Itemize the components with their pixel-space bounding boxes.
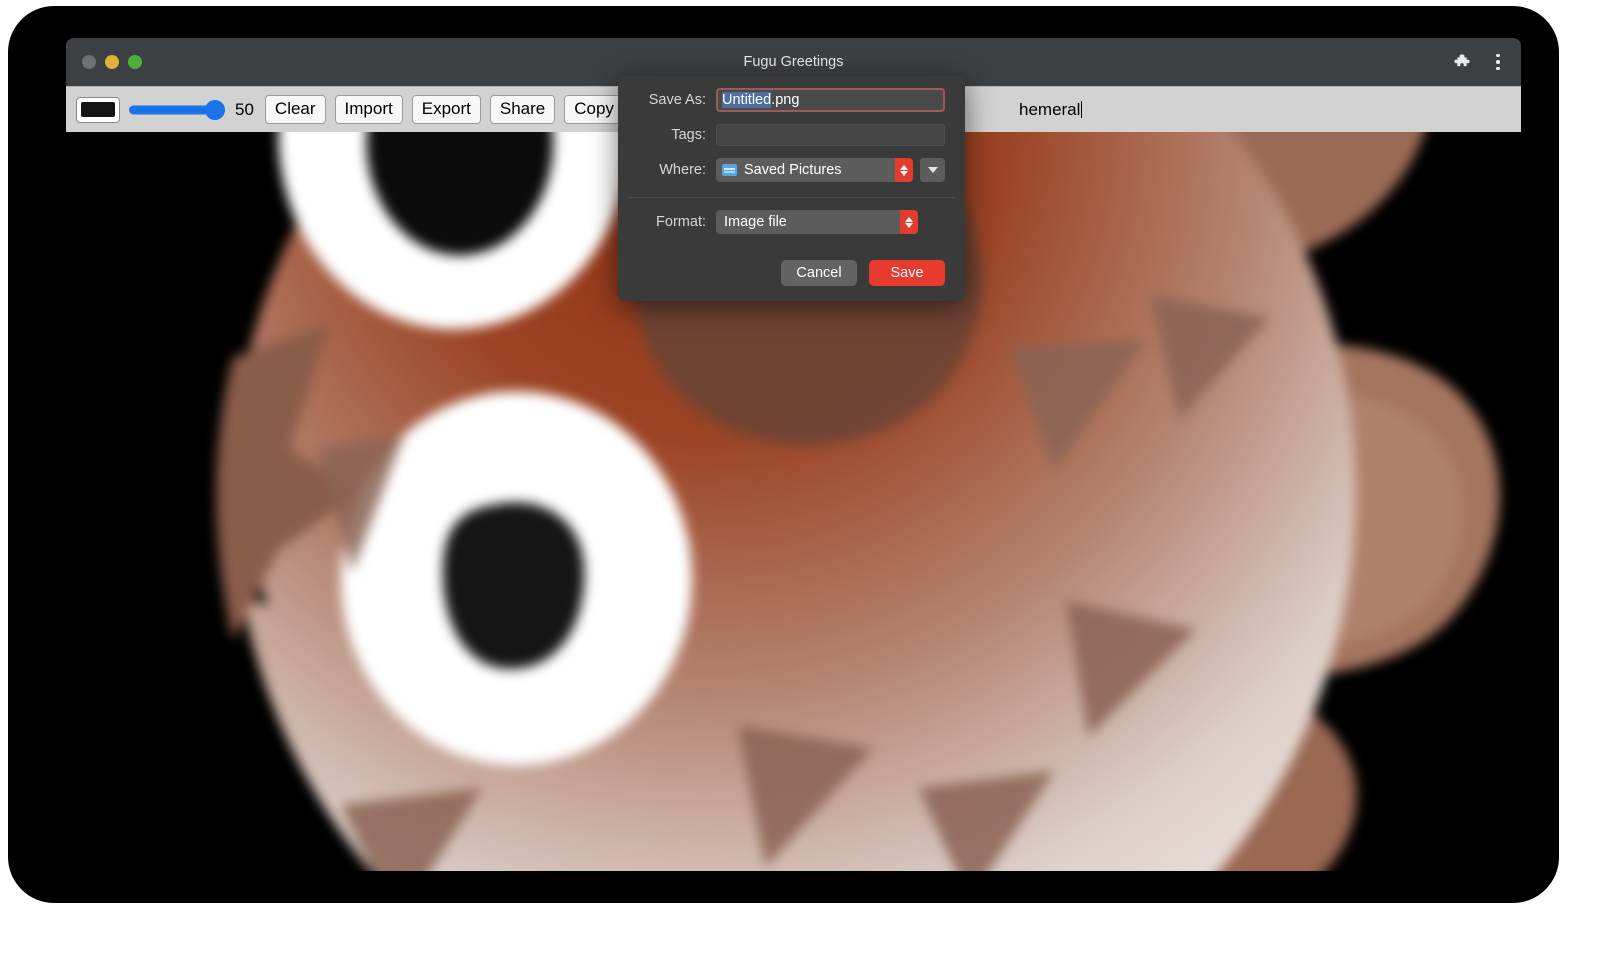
tags-label: Tags: [638, 127, 706, 143]
dialog-divider [628, 197, 955, 198]
format-value: Image file [724, 214, 787, 230]
maximize-button[interactable] [128, 55, 142, 69]
share-button[interactable]: Share [490, 95, 555, 124]
color-picker-swatch[interactable] [76, 97, 120, 123]
save-as-selected-text: Untitled [722, 92, 771, 108]
slider-thumb[interactable] [205, 100, 225, 120]
format-dropdown[interactable]: Image file [716, 210, 918, 234]
device-frame: Fugu Greetings 50 Cl [8, 6, 1559, 903]
kebab-menu-icon[interactable] [1489, 52, 1507, 72]
save-as-label: Save As: [638, 92, 706, 108]
minimize-button[interactable] [105, 55, 119, 69]
toolbar-occluded-label: hemeral [1019, 100, 1082, 120]
cancel-button[interactable]: Cancel [781, 260, 857, 286]
save-as-input[interactable]: Untitled.png [716, 88, 945, 112]
titlebar-actions [1451, 52, 1507, 72]
window-title: Fugu Greetings [66, 54, 1521, 70]
copy-button[interactable]: Copy [564, 95, 624, 124]
where-stepper-icon[interactable] [895, 158, 913, 182]
dialog-actions: Cancel Save [781, 260, 945, 286]
tags-row: Tags: [618, 124, 965, 146]
format-label: Format: [638, 214, 706, 230]
where-dropdown[interactable]: Saved Pictures [716, 158, 913, 182]
chevron-down-icon [928, 167, 938, 173]
traffic-lights [82, 55, 142, 69]
color-swatch-fill [81, 102, 115, 117]
brush-size-value: 50 [235, 100, 254, 120]
puzzle-piece-icon[interactable] [1451, 52, 1471, 72]
save-as-row: Save As: Untitled.png [618, 88, 965, 112]
save-button[interactable]: Save [869, 260, 945, 286]
brush-size-slider[interactable] [129, 97, 225, 123]
clear-button[interactable]: Clear [265, 95, 326, 124]
folder-icon [722, 164, 737, 176]
where-label: Where: [638, 162, 706, 178]
save-as-extension: .png [771, 92, 799, 108]
import-button[interactable]: Import [335, 95, 403, 124]
tags-input[interactable] [716, 124, 945, 146]
format-stepper-icon[interactable] [900, 210, 918, 234]
where-row: Where: Saved Pictures [618, 158, 965, 182]
where-value: Saved Pictures [744, 162, 842, 178]
where-expand-button[interactable] [920, 158, 945, 182]
export-button[interactable]: Export [412, 95, 481, 124]
save-file-dialog: Save As: Untitled.png Tags: Where: Saved… [618, 76, 965, 301]
close-button[interactable] [82, 55, 96, 69]
format-row: Format: Image file [618, 210, 965, 234]
